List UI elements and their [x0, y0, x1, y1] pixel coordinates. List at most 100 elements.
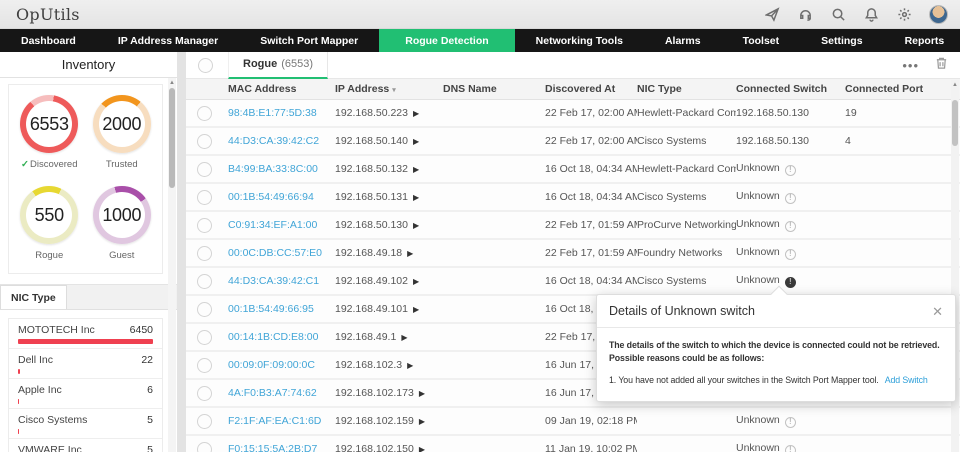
nav-tab-reports[interactable]: Reports [884, 29, 960, 52]
sort-icon: ▾ [392, 87, 396, 94]
column-header-nic-type[interactable]: NIC Type [637, 83, 736, 95]
tab-nic-type[interactable]: NIC Type [0, 285, 67, 309]
expand-arrow-icon[interactable]: ▶ [419, 445, 425, 452]
scroll-up-icon[interactable]: ▲ [168, 78, 176, 87]
expand-arrow-icon[interactable]: ▶ [401, 333, 407, 342]
mac-address-link[interactable]: 00:0C:DB:CC:57:E0 [228, 247, 322, 259]
more-options-icon[interactable]: ••• [902, 59, 919, 72]
mac-address-cell: 4A:F0:B3:A7:74:62 [228, 387, 335, 399]
close-icon[interactable]: ✕ [932, 305, 943, 318]
column-header-discovered-at[interactable]: Discovered At [545, 83, 637, 95]
headset-icon[interactable] [797, 6, 813, 22]
mac-address-link[interactable]: 4A:F0:B3:A7:74:62 [228, 387, 317, 399]
column-header-dns-name[interactable]: DNS Name [443, 83, 545, 95]
nav-tab-toolset[interactable]: Toolset [722, 29, 801, 52]
mac-address-link[interactable]: 44:D3:CA:39:42:C2 [228, 135, 319, 147]
inventory-stat-rogue[interactable]: 550 Rogue [13, 186, 86, 261]
unknown-info-icon[interactable]: ! [784, 276, 796, 288]
mac-address-link[interactable]: 00:14:1B:CD:E8:00 [228, 331, 318, 343]
mac-address-link[interactable]: B4:99:BA:33:8C:00 [228, 163, 318, 175]
nav-tab-settings[interactable]: Settings [800, 29, 883, 52]
nav-tab-rogue-detection[interactable]: Rogue Detection [379, 29, 515, 52]
expand-arrow-icon[interactable]: ▶ [413, 305, 419, 314]
row-radio-cell [186, 245, 228, 261]
scroll-up-icon[interactable]: ▲ [951, 80, 959, 89]
inventory-stat-discovered[interactable]: 6553 ✓Discovered [13, 95, 86, 170]
donut-value: 550 [26, 192, 73, 238]
mac-address-link[interactable]: 98:4B:E1:77:5D:38 [228, 107, 317, 119]
row-radio-cell [186, 413, 228, 429]
mac-address-link[interactable]: F2:1F:AF:EA:C1:6D [228, 415, 321, 427]
row-radio[interactable] [196, 245, 212, 261]
row-radio[interactable] [196, 301, 212, 317]
row-radio[interactable] [196, 189, 212, 205]
column-header-ip-address[interactable]: IP Address ▾ [335, 83, 443, 95]
column-header-connected-port[interactable]: Connected Port [845, 83, 960, 95]
bell-icon[interactable] [863, 6, 879, 22]
expand-arrow-icon[interactable]: ▶ [407, 361, 413, 370]
tab-rogue-count: (6553) [281, 58, 314, 70]
gear-icon[interactable] [896, 6, 912, 22]
row-radio[interactable] [196, 161, 212, 177]
row-radio[interactable] [196, 413, 212, 429]
mac-address-link[interactable]: C0:91:34:EF:A1:00 [228, 219, 317, 231]
expand-arrow-icon[interactable]: ▶ [413, 193, 419, 202]
row-radio[interactable] [196, 385, 212, 401]
column-header-mac-address[interactable]: MAC Address [228, 83, 335, 95]
delete-icon[interactable] [935, 56, 948, 75]
unknown-info-icon[interactable]: ! [784, 444, 796, 452]
unknown-info-icon[interactable]: ! [784, 164, 796, 176]
row-radio-cell [186, 273, 228, 289]
row-radio[interactable] [196, 105, 212, 121]
nic-item-apple-inc[interactable]: Apple Inc 6 [9, 379, 162, 409]
expand-arrow-icon[interactable]: ▶ [419, 417, 425, 426]
row-radio[interactable] [196, 441, 212, 452]
row-radio[interactable] [196, 329, 212, 345]
expand-arrow-icon[interactable]: ▶ [419, 389, 425, 398]
mac-address-link[interactable]: 44:D3:CA:39:42:C1 [228, 275, 319, 287]
add-switch-link[interactable]: Add Switch [885, 375, 928, 385]
nic-item-cisco-systems[interactable]: Cisco Systems 5 [9, 409, 162, 439]
sidebar-scrollbar[interactable]: ▲ [168, 78, 176, 452]
nav-tab-switch-port-mapper[interactable]: Switch Port Mapper [239, 29, 379, 52]
expand-arrow-icon[interactable]: ▶ [413, 165, 419, 174]
inventory-stat-guest[interactable]: 1000 Guest [86, 186, 159, 261]
tab-rogue[interactable]: Rogue (6553) [228, 51, 329, 79]
expand-arrow-icon[interactable]: ▶ [413, 277, 419, 286]
select-all-radio[interactable] [198, 57, 213, 73]
table-scroll-thumb[interactable] [952, 100, 958, 146]
mac-address-link[interactable]: F0:15:15:5A:2B:D7 [228, 443, 317, 452]
expand-arrow-icon[interactable]: ▶ [413, 137, 419, 146]
row-radio[interactable] [196, 133, 212, 149]
unknown-info-icon[interactable]: ! [784, 416, 796, 428]
mac-address-cell: 44:D3:CA:39:42:C1 [228, 275, 335, 287]
nic-item-vmware-inc[interactable]: VMWARE Inc 5 [9, 439, 162, 452]
nav-tab-networking-tools[interactable]: Networking Tools [515, 29, 644, 52]
nic-item-mototech-inc[interactable]: MOTOTECH Inc 6450 [9, 319, 162, 349]
mac-address-link[interactable]: 00:1B:54:49:66:95 [228, 303, 314, 315]
nav-tab-alarms[interactable]: Alarms [644, 29, 722, 52]
mac-address-link[interactable]: 00:1B:54:49:66:94 [228, 191, 314, 203]
user-avatar[interactable] [929, 4, 948, 24]
unknown-info-icon[interactable]: ! [784, 192, 796, 204]
row-radio[interactable] [196, 273, 212, 289]
nav-tab-ip-address-manager[interactable]: IP Address Manager [97, 29, 239, 52]
search-icon[interactable] [830, 6, 846, 22]
inventory-stat-trusted[interactable]: 2000 Trusted [86, 95, 159, 170]
expand-arrow-icon[interactable]: ▶ [413, 109, 419, 118]
send-icon[interactable] [764, 6, 780, 22]
nic-item-dell-inc[interactable]: Dell Inc 22 [9, 349, 162, 379]
row-radio[interactable] [196, 357, 212, 373]
sidebar-scroll-thumb[interactable] [169, 88, 175, 188]
column-header-connected-switch[interactable]: Connected Switch [736, 83, 845, 95]
nav-tab-dashboard[interactable]: Dashboard [0, 29, 97, 52]
row-radio[interactable] [196, 217, 212, 233]
unknown-info-icon[interactable]: ! [784, 220, 796, 232]
expand-arrow-icon[interactable]: ▶ [407, 249, 413, 258]
mac-address-link[interactable]: 00:09:0F:09:00:0C [228, 359, 315, 371]
discovered-at-cell: 16 Oct 18, 04:34 AM [545, 191, 637, 203]
unknown-info-icon[interactable]: ! [784, 248, 796, 260]
row-radio-cell [186, 301, 228, 317]
expand-arrow-icon[interactable]: ▶ [413, 221, 419, 230]
connected-port-cell: 19 [845, 107, 857, 119]
